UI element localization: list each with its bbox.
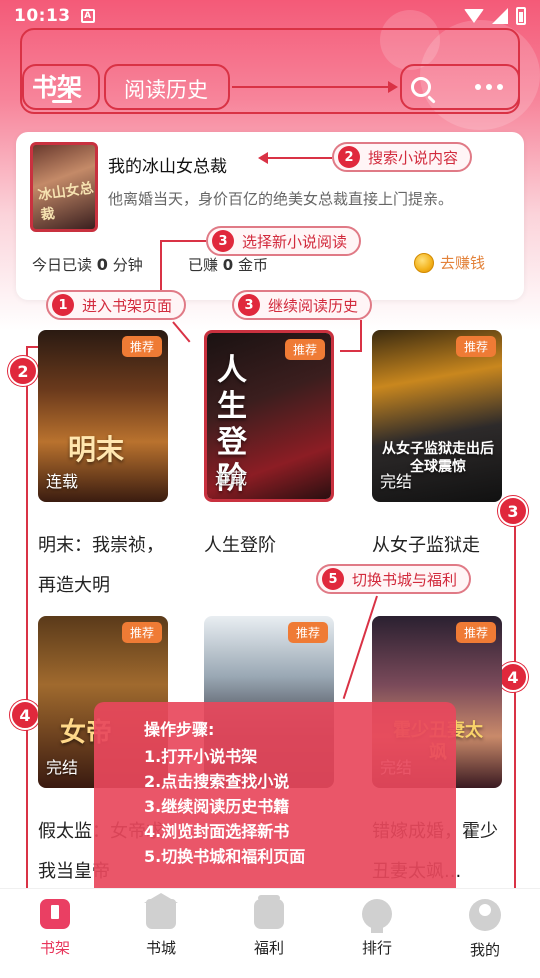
earned-unit: 金币 xyxy=(238,256,269,274)
serial-status: 完结 xyxy=(380,472,413,491)
nav-label: 福利 xyxy=(253,939,284,957)
book-cover[interactable]: 推荐 明末 连载 xyxy=(38,330,168,502)
nav-bookshelf[interactable]: 书架 xyxy=(20,899,90,958)
earn-money-button[interactable]: 去赚钱 xyxy=(414,252,485,273)
book-title: 明末：我崇祯，再造大明 xyxy=(38,535,164,596)
callout-number: 3 xyxy=(212,230,234,252)
callout-text: 进入书架页面 xyxy=(82,296,173,315)
book-cover[interactable]: 推荐 从女子监狱走出后 全球震惊 完结 xyxy=(372,330,502,502)
wifi-icon xyxy=(464,9,484,23)
callout-number: 3 xyxy=(238,294,260,316)
steps-title: 操作步骤: xyxy=(144,720,215,739)
steps-overlay: 操作步骤: 1.打开小说书架 2.点击搜索查找小说 3.继续阅读历史书籍 4.浏… xyxy=(94,702,456,902)
callout-switch-store: 5 切换书城与福利 xyxy=(316,564,472,594)
serial-status: 连载 xyxy=(46,472,79,491)
annotation-connector xyxy=(268,157,332,159)
book-title: 人生登阶 xyxy=(204,535,276,556)
annotation-connector xyxy=(340,350,362,352)
nav-profile[interactable]: 我的 xyxy=(450,899,520,960)
annotation-connector xyxy=(160,240,162,294)
steps-item: 3.继续阅读历史书籍 xyxy=(144,797,290,816)
search-icon xyxy=(411,77,431,97)
recommend-tag: 推荐 xyxy=(121,336,162,357)
callout-search: 2 搜索小说内容 xyxy=(332,142,473,172)
profile-icon xyxy=(469,899,501,931)
more-icon xyxy=(475,84,503,90)
callout-text: 选择新小说阅读 xyxy=(242,232,348,251)
nav-welfare[interactable]: 福利 xyxy=(234,895,304,958)
coin-icon xyxy=(414,252,434,273)
notification-icon: A xyxy=(80,9,95,23)
more-button[interactable] xyxy=(472,70,506,104)
nav-label: 排行 xyxy=(361,939,392,957)
nav-label: 书架 xyxy=(39,939,70,957)
bottom-nav: 书架 书城 福利 排行 我的 xyxy=(0,888,540,978)
callout-text: 搜索小说内容 xyxy=(368,148,459,167)
nav-ranking[interactable]: 排行 xyxy=(342,899,412,958)
recommend-tag: 推荐 xyxy=(287,622,328,643)
callout-select-new: 3 选择新小说阅读 xyxy=(206,226,362,256)
signal-icon xyxy=(492,8,508,24)
earn-money-label: 去赚钱 xyxy=(440,254,486,272)
serial-status: 连载 xyxy=(215,469,248,488)
callout-continue-history: 3 继续阅读历史 xyxy=(232,290,373,320)
steps-item: 1.打开小说书架 xyxy=(144,747,258,766)
battery-icon xyxy=(516,7,526,25)
callout-enter-shelf: 1 进入书架页面 xyxy=(46,290,187,320)
annotation-side-line xyxy=(514,520,516,930)
recommend-tag: 推荐 xyxy=(121,622,162,643)
tab-reading-history[interactable]: 阅读历史 xyxy=(124,74,208,104)
earned-value: 0 xyxy=(222,256,234,274)
step-badge: 4 xyxy=(10,700,40,730)
book-cover[interactable]: 推荐 人生登阶 连载 xyxy=(204,330,334,502)
callout-number: 1 xyxy=(52,294,74,316)
annotation-connector xyxy=(360,320,362,350)
gift-icon xyxy=(254,895,284,929)
annotation-side-line xyxy=(26,346,28,926)
status-icons xyxy=(464,7,526,25)
recommend-tag: 推荐 xyxy=(455,622,496,643)
earned-stat: 已赚 0 金币 xyxy=(188,254,268,275)
tab-bookshelf[interactable]: 书架 xyxy=(32,68,82,104)
nav-label: 我的 xyxy=(469,941,500,959)
annotation-arrowhead xyxy=(258,152,268,164)
status-time: 10:13 xyxy=(14,6,71,26)
serial-status: 完结 xyxy=(46,758,79,777)
nav-bookstore[interactable]: 书城 xyxy=(126,893,196,958)
callout-text: 继续阅读历史 xyxy=(268,296,359,315)
annotation-connector xyxy=(160,240,206,242)
today-read-value: 0 xyxy=(96,255,108,274)
earned-label: 已赚 xyxy=(188,256,219,274)
recommend-tag: 推荐 xyxy=(284,339,325,360)
callout-number: 2 xyxy=(338,146,360,168)
bookstore-icon xyxy=(144,893,178,929)
nav-label: 书城 xyxy=(145,939,176,957)
step-badge: 3 xyxy=(498,496,528,526)
callout-text: 切换书城与福利 xyxy=(352,570,458,589)
cover-title-art: 明末 xyxy=(68,433,125,466)
step-badge: 2 xyxy=(8,356,38,386)
step-badge: 4 xyxy=(498,662,528,692)
search-button[interactable] xyxy=(404,70,438,104)
callout-number: 5 xyxy=(322,568,344,590)
book-title: 从女子监狱走 xyxy=(372,535,480,556)
ranking-icon xyxy=(362,899,392,933)
continue-reading-title: 我的冰山女总裁 xyxy=(108,157,227,177)
steps-item: 4.浏览封面选择新书 xyxy=(144,822,290,841)
today-read-stat: 今日已读 0 分钟 xyxy=(32,254,143,275)
continue-reading-description: 他离婚当天，身价百亿的绝美女总裁直接上门提亲。 xyxy=(108,190,454,208)
cover-text: 冰山女总裁 xyxy=(36,180,95,224)
steps-item: 2.点击搜索查找小说 xyxy=(144,772,290,791)
today-read-label: 今日已读 xyxy=(32,256,93,274)
steps-item: 5.切换书城和福利页面 xyxy=(144,847,306,866)
tab-active-indicator xyxy=(52,100,72,103)
bookshelf-icon xyxy=(40,899,70,929)
continue-reading-cover[interactable]: 冰山女总裁 xyxy=(30,142,98,232)
today-read-unit: 分钟 xyxy=(112,256,143,274)
recommend-tag: 推荐 xyxy=(455,336,496,357)
annotation-arrowhead xyxy=(388,81,398,93)
annotation-connector xyxy=(232,86,390,88)
